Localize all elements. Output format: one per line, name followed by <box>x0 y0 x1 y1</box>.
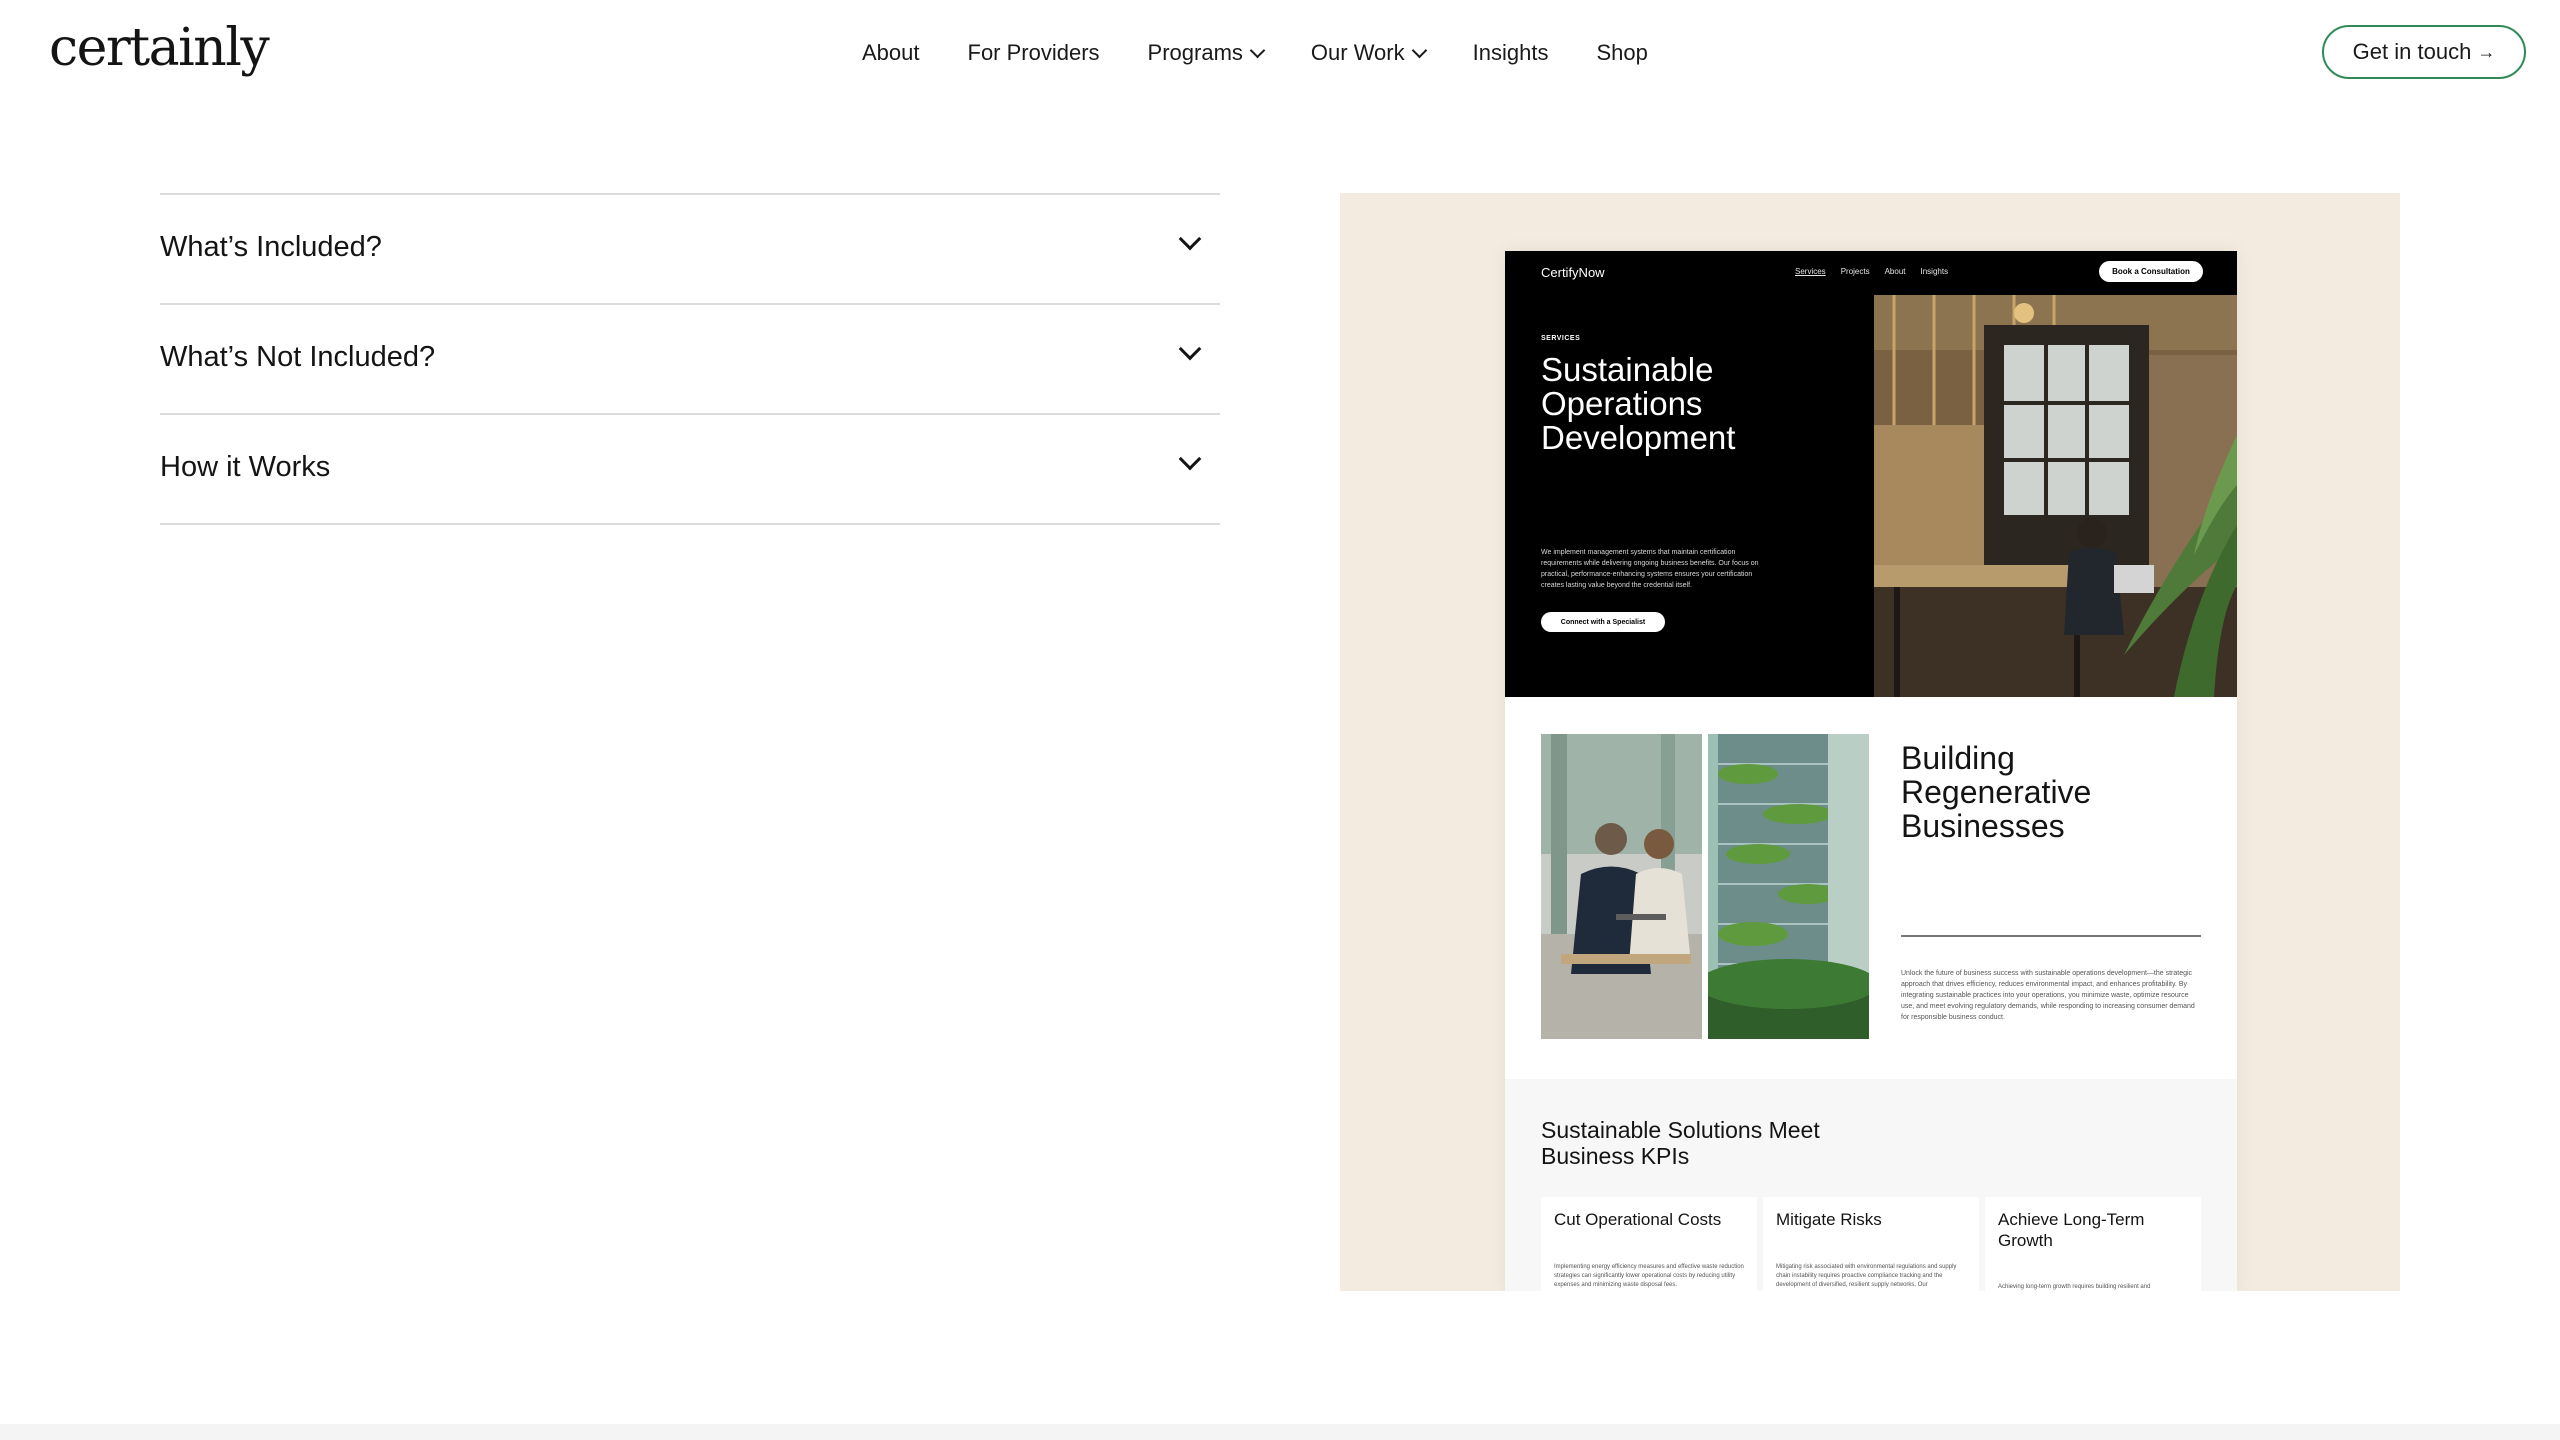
chevron-down-icon <box>1249 42 1266 58</box>
nav-label: About <box>862 40 920 65</box>
mock-nav-item: Projects <box>1840 267 1870 276</box>
kpi-card: Mitigate Risks Mitigating risk associate… <box>1763 1197 1979 1291</box>
nav-about[interactable]: About <box>862 40 920 66</box>
kpi-card-text: Implementing energy efficiency measures … <box>1554 1264 1744 1288</box>
kpi-card-title: Achieve Long-Term Growth <box>1998 1210 2145 1250</box>
meeting-photo <box>1541 734 1702 1039</box>
mock-specialist-button: Connect with a Specialist <box>1541 612 1665 632</box>
nav-label: For Providers <box>967 40 1100 65</box>
mock-hero: CertifyNow Services Projects About Insig… <box>1505 251 2237 697</box>
nav-label: Shop <box>1596 40 1648 65</box>
chevron-down-icon[interactable] <box>1178 227 1202 251</box>
page-bottom-section <box>0 1424 2560 1440</box>
arrow-right-icon: → <box>2477 41 2496 62</box>
kpi-card-text: Achieving long-term growth requires buil… <box>1998 1284 2151 1290</box>
faq-accordion: What’s Included? What’s Not Included? Ho… <box>160 193 1220 525</box>
kpi-card-title: Cut Operational Costs <box>1554 1210 1722 1229</box>
mock-kicker: SERVICES <box>1541 335 1581 342</box>
mock-kpi-title: Sustainable Solutions Meet Business KPIs <box>1541 1117 1820 1169</box>
green-building-photo <box>1708 734 1869 1039</box>
kpi-card: Cut Operational Costs Implementing energ… <box>1541 1197 1757 1291</box>
mock-hero-description: We implement management systems that mai… <box>1541 549 1759 589</box>
website-mockup: CertifyNow Services Projects About Insig… <box>1505 251 2237 1291</box>
mock-section-paragraph: Unlock the future of business success wi… <box>1901 970 2195 1021</box>
chevron-down-icon <box>1411 42 1427 58</box>
nav-programs[interactable]: Programs <box>1147 40 1266 66</box>
mock-book-button: Book a Consultation <box>2099 261 2203 282</box>
kpi-card-title: Mitigate Risks <box>1776 1210 1882 1229</box>
get-in-touch-button[interactable]: Get in touch → <box>2322 25 2526 79</box>
accordion-title: What’s Included? <box>160 231 382 263</box>
mock-hero-title: Sustainable Operations Development <box>1541 351 1736 456</box>
office-photo <box>1874 295 2237 697</box>
site-header: certainly About For Providers Programs O… <box>0 0 2560 106</box>
nav-for-providers[interactable]: For Providers <box>968 40 1100 66</box>
divider <box>1901 935 2201 937</box>
nav-label: Programs <box>1147 40 1243 65</box>
kpi-card-text: Mitigating risk associated with environm… <box>1776 1264 1957 1288</box>
nav-our-work[interactable]: Our Work <box>1310 40 1427 66</box>
accordion-item-how-it-works[interactable]: How it Works <box>160 415 1220 525</box>
chevron-down-icon[interactable] <box>1178 447 1202 471</box>
mock-kpi-section: Sustainable Solutions Meet Business KPIs… <box>1505 1079 2237 1291</box>
accordion-item-whats-included[interactable]: What’s Included? <box>160 195 1220 305</box>
mock-brand: CertifyNow <box>1541 265 1605 280</box>
nav-shop[interactable]: Shop <box>1596 40 1647 66</box>
accordion-item-whats-not-included[interactable]: What’s Not Included? <box>160 305 1220 415</box>
cta-label: Get in touch <box>2352 39 2472 64</box>
nav-insights[interactable]: Insights <box>1473 40 1549 66</box>
website-preview-panel: CertifyNow Services Projects About Insig… <box>1340 193 2400 1291</box>
nav-label: Insights <box>1472 40 1549 65</box>
chevron-down-icon[interactable] <box>1178 337 1202 361</box>
main-nav: About For Providers Programs Our Work In… <box>862 37 1648 69</box>
nav-label: Our Work <box>1310 40 1405 65</box>
mock-nav-item: Insights <box>1920 267 1949 276</box>
mock-nav-item: Services <box>1795 267 1826 276</box>
mock-nav: Services Projects About Insights <box>1795 267 1963 276</box>
accordion-title: How it Works <box>160 451 331 483</box>
mock-section-title: Building Regenerative Businesses <box>1901 740 2092 844</box>
mock-nav-item: About <box>1884 267 1906 276</box>
logo[interactable]: certainly <box>49 18 270 78</box>
kpi-card: Achieve Long-Term Growth Achieving long-… <box>1985 1197 2201 1291</box>
accordion-title: What’s Not Included? <box>160 341 436 373</box>
